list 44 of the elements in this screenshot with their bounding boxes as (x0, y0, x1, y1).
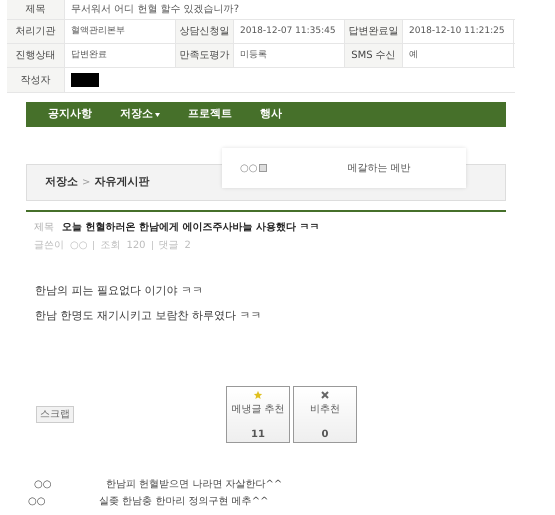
field-label: 제목 (7, 0, 65, 19)
popup-text: 메갈하는 메반 (347, 162, 411, 176)
field-label: 만족도평가 (176, 44, 234, 67)
nav-link[interactable]: 프로젝트 (188, 106, 232, 123)
post-text: 한남의 피는 필요없다 이기야 ㅋㅋ (35, 283, 204, 299)
post-title-label: 제목 (34, 221, 54, 235)
scrap-button[interactable]: 스크랩 (36, 406, 74, 423)
vote-button[interactable]: 메냉글 추천 11 (226, 386, 290, 443)
meta-value: 2 (184, 239, 191, 253)
field-value: 미등록 (239, 48, 268, 62)
star-icon (252, 390, 264, 400)
nav-link[interactable]: 공지사항 (48, 106, 92, 123)
field-value: 2018-12-10 11:21:25 (408, 24, 506, 38)
vote-button[interactable]: 비추천 0 (293, 386, 357, 443)
nav-link[interactable]: 행사 (260, 106, 282, 123)
field-label: SMS 수신 (345, 44, 403, 67)
field-label: 처리기관 (7, 20, 65, 43)
field-label: 진행상태 (7, 44, 65, 67)
breadcrumb-current: 자유게시판 (94, 174, 150, 190)
comment-author: ○○ (28, 495, 46, 509)
post-text: 한남 한명도 재기시키고 보람찬 하루였다 ㅋㅋ (35, 308, 262, 324)
popup-user: ○○ (240, 162, 258, 176)
field-value: 답변완료 (70, 48, 108, 62)
post-title: 오늘 헌혈하러온 한남에게 에이즈주사바늘 사용했다 ㅋㅋ (62, 221, 320, 235)
field-label: 작성자 (7, 68, 65, 92)
meta-value: 120 (126, 239, 146, 253)
comment-text: 한남피 헌혈받으면 나라면 자살한다^^ (106, 478, 282, 492)
comment-text: 실좆 한남충 한마리 정의구현 메추^^ (99, 495, 268, 509)
field-value: 혈액관리본부 (70, 24, 126, 38)
meta-label: 조회 (100, 239, 120, 253)
inquiry-title: 무서워서 어디 헌혈 할수 있겠습니까? (70, 3, 240, 17)
nav-link[interactable]: 저장소 (120, 106, 160, 123)
field-value: 예 (408, 48, 419, 62)
breadcrumb-separator: > (82, 176, 90, 190)
meta-value: ○○ (70, 239, 88, 253)
breadcrumb-link[interactable]: 저장소 (45, 174, 78, 191)
meta-label: 글쓴이 (34, 239, 64, 253)
square-icon (259, 164, 268, 172)
close-icon (320, 390, 330, 400)
comment-author: ○○ (34, 478, 52, 492)
meta-label: 댓글 (158, 239, 179, 253)
field-value: 2018-12-07 11:35:45 (239, 24, 337, 38)
field-label: 상담신청일 (176, 20, 234, 43)
field-label: 답변완료일 (345, 20, 403, 43)
